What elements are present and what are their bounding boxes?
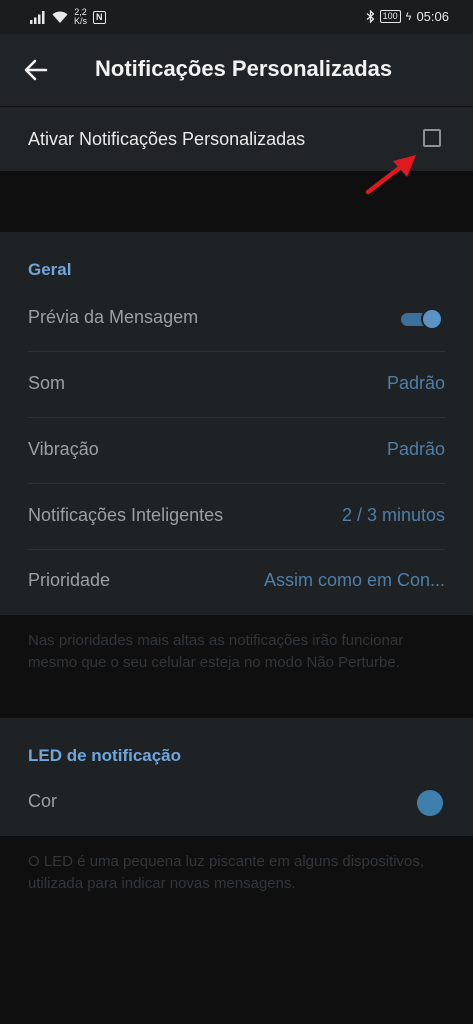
vibration-label: Vibração <box>28 439 99 459</box>
message-preview-toggle[interactable] <box>401 308 443 330</box>
sound-row[interactable]: Som Padrão <box>0 352 473 418</box>
led-section: LED de notificação Cor <box>0 718 473 836</box>
nfc-icon: N <box>93 10 106 24</box>
vibration-row[interactable]: Vibração Padrão <box>0 418 473 484</box>
message-preview-row[interactable]: Prévia da Mensagem <box>0 286 473 352</box>
annotation-arrow-icon <box>365 155 416 195</box>
sound-label: Som <box>28 373 66 393</box>
toggle-knob <box>421 308 443 330</box>
priority-note: Nas prioridades mais altas as notificaçõ… <box>28 632 404 671</box>
led-note: O LED é uma pequena luz piscante em algu… <box>28 853 425 892</box>
app-bar: Notificações Personalizadas <box>0 34 473 106</box>
vibration-value: Padrão <box>386 439 445 459</box>
enable-custom-notifications-checkbox[interactable] <box>423 129 441 147</box>
network-speed: 2,2 K/s <box>74 8 87 26</box>
network-speed-unit: K/s <box>74 16 88 26</box>
message-preview-label: Prévia da Mensagem <box>28 307 199 327</box>
smart-notifications-value: 2 / 3 minutos <box>341 505 445 525</box>
battery-icon: 100 <box>379 10 401 23</box>
smart-notifications-label: Notificações Inteligentes <box>28 505 224 525</box>
priority-row[interactable]: Prioridade Assim como em Con... <box>0 549 473 615</box>
bluetooth-icon <box>366 10 375 23</box>
led-section-title: LED de notificação <box>28 746 182 765</box>
sound-value: Padrão <box>386 373 445 393</box>
general-section-title: Geral <box>28 260 72 279</box>
enable-custom-notifications-label: Ativar Notificações Personalizadas <box>28 129 306 149</box>
back-arrow-icon[interactable] <box>22 56 50 84</box>
page-title: Notificações Personalizadas <box>95 56 393 81</box>
led-color-label: Cor <box>28 791 58 811</box>
led-color-swatch[interactable] <box>417 790 443 816</box>
smart-notifications-row[interactable]: Notificações Inteligentes 2 / 3 minutos <box>0 484 473 550</box>
wifi-icon <box>52 11 68 23</box>
signal-icon <box>30 10 45 24</box>
general-section: Geral Prévia da Mensagem Som Padrão Vibr… <box>0 232 473 615</box>
priority-label: Prioridade <box>28 570 111 590</box>
priority-value: Assim como em Con... <box>263 570 445 590</box>
led-color-row[interactable]: Cor <box>0 770 473 836</box>
status-bar: 2,2 K/s N 100 ϟ 05:06 <box>0 0 473 34</box>
status-right: 100 ϟ 05:06 <box>366 9 449 24</box>
status-left: 2,2 K/s N <box>30 8 106 26</box>
charging-icon: ϟ <box>405 10 412 23</box>
clock: 05:06 <box>416 9 449 24</box>
